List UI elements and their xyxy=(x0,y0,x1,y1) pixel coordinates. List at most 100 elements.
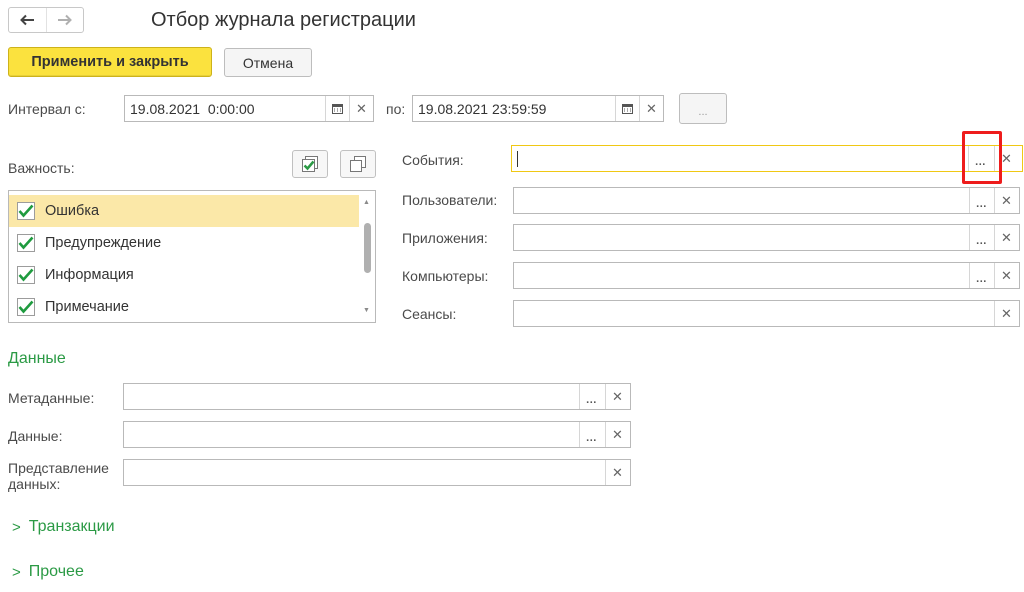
data-field[interactable]: ... ✕ xyxy=(123,421,631,448)
arrow-left-icon xyxy=(20,14,35,26)
close-icon: ✕ xyxy=(612,464,623,480)
interval-to-field[interactable]: 19.08.2021 23:59:59 ✕ xyxy=(412,95,664,122)
importance-label: Важность: xyxy=(8,160,75,176)
scroll-thumb[interactable] xyxy=(364,223,371,273)
sessions-clear-button[interactable]: ✕ xyxy=(994,301,1018,326)
close-icon: ✕ xyxy=(612,388,623,404)
chevron-right-icon: > xyxy=(12,563,21,581)
cancel-button[interactable]: Отмена xyxy=(224,48,312,77)
list-item-label: Примечание xyxy=(45,299,129,315)
interval-from-label: Интервал с: xyxy=(8,101,86,117)
check-all-button[interactable] xyxy=(292,150,328,178)
list-item-label: Предупреждение xyxy=(45,235,162,251)
history-nav xyxy=(8,7,84,33)
interval-to-label: по: xyxy=(386,101,406,117)
forward-button[interactable] xyxy=(45,8,84,32)
presentation-clear-button[interactable]: ✕ xyxy=(605,460,629,485)
list-item-label: Ошибка xyxy=(45,203,100,219)
text-cursor xyxy=(517,150,518,167)
uncheck-all-button[interactable] xyxy=(340,150,376,178)
highlight-box xyxy=(962,131,1002,184)
transactions-group-toggle[interactable]: > Транзакции xyxy=(12,518,115,536)
apps-field[interactable]: ... ✕ xyxy=(513,224,1020,251)
sessions-label: Сеансы: xyxy=(402,306,457,322)
data-label: Данные: xyxy=(8,428,63,444)
apps-clear-button[interactable]: ✕ xyxy=(994,225,1018,250)
users-label: Пользователи: xyxy=(402,192,498,208)
list-item-label: Информация xyxy=(45,267,134,283)
ellipsis-icon: ... xyxy=(976,235,987,247)
arrow-right-icon xyxy=(57,14,72,26)
importance-list[interactable]: Ошибка Предупреждение Информация Примеча… xyxy=(8,190,376,323)
events-field[interactable]: ... ✕ xyxy=(511,145,1023,172)
page-title: Отбор журнала регистрации xyxy=(151,9,416,31)
close-icon: ✕ xyxy=(646,100,657,116)
metadata-select-button[interactable]: ... xyxy=(579,384,603,409)
period-select-button[interactable]: ... xyxy=(679,93,727,124)
computers-field[interactable]: ... ✕ xyxy=(513,262,1020,289)
scroll-up-icon[interactable]: ▲ xyxy=(363,199,370,206)
data-clear-button[interactable]: ✕ xyxy=(605,422,629,447)
users-field[interactable]: ... ✕ xyxy=(513,187,1020,214)
list-item[interactable]: Предупреждение xyxy=(9,227,359,259)
close-icon: ✕ xyxy=(1001,305,1012,321)
presentation-field[interactable]: ✕ xyxy=(123,459,631,486)
checkmark-icon xyxy=(18,236,34,250)
sessions-field[interactable]: ✕ xyxy=(513,300,1020,327)
back-button[interactable] xyxy=(9,8,46,32)
list-item[interactable]: Примечание xyxy=(9,291,359,322)
ellipsis-icon: ... xyxy=(586,432,597,444)
close-icon: ✕ xyxy=(612,426,623,442)
scroll-down-icon[interactable]: ▼ xyxy=(363,307,370,314)
calendar-button[interactable] xyxy=(615,96,639,121)
metadata-field[interactable]: ... ✕ xyxy=(123,383,631,410)
check-all-icon xyxy=(302,156,318,172)
uncheck-all-icon xyxy=(350,156,366,172)
transactions-group-label: Транзакции xyxy=(28,518,115,535)
checkmark-icon xyxy=(18,268,34,282)
chevron-right-icon: > xyxy=(12,518,21,536)
period-select-label: ... xyxy=(698,105,708,118)
computers-clear-button[interactable]: ✕ xyxy=(994,263,1018,288)
clear-button[interactable]: ✕ xyxy=(349,96,373,121)
apply-and-close-button[interactable]: Применить и закрыть xyxy=(8,47,212,77)
users-clear-button[interactable]: ✕ xyxy=(994,188,1018,213)
calendar-button[interactable] xyxy=(325,96,349,121)
checkmark-icon xyxy=(18,204,34,218)
presentation-label-line1: Представление xyxy=(8,460,109,476)
presentation-label: Представление данных: xyxy=(8,460,109,492)
clear-button[interactable]: ✕ xyxy=(639,96,663,121)
data-section-title: Данные xyxy=(8,350,66,367)
calendar-icon xyxy=(622,104,633,114)
interval-from-value: 19.08.2021 0:00:00 xyxy=(130,100,255,117)
checkbox[interactable] xyxy=(17,234,35,252)
list-scrollbar[interactable]: ▲ ▼ xyxy=(360,191,375,322)
other-group-label: Прочее xyxy=(28,563,84,580)
checkbox[interactable] xyxy=(17,266,35,284)
ellipsis-icon: ... xyxy=(976,198,987,210)
apps-select-button[interactable]: ... xyxy=(969,225,993,250)
ellipsis-icon: ... xyxy=(976,273,987,285)
computers-select-button[interactable]: ... xyxy=(969,263,993,288)
metadata-clear-button[interactable]: ✕ xyxy=(605,384,629,409)
checkbox[interactable] xyxy=(17,202,35,220)
metadata-label: Метаданные: xyxy=(8,390,95,406)
checkmark-icon xyxy=(18,300,34,314)
list-item[interactable]: Информация xyxy=(9,259,359,291)
close-icon: ✕ xyxy=(1001,192,1012,208)
data-select-button[interactable]: ... xyxy=(579,422,603,447)
events-label: События: xyxy=(402,152,464,168)
calendar-icon xyxy=(332,104,343,114)
apps-label: Приложения: xyxy=(402,230,488,246)
users-select-button[interactable]: ... xyxy=(969,188,993,213)
close-icon: ✕ xyxy=(1001,229,1012,245)
close-icon: ✕ xyxy=(1001,150,1012,166)
presentation-label-line2: данных: xyxy=(8,476,61,492)
checkbox[interactable] xyxy=(17,298,35,316)
computers-label: Компьютеры: xyxy=(402,268,489,284)
interval-from-field[interactable]: 19.08.2021 0:00:00 ✕ xyxy=(124,95,374,122)
ellipsis-icon: ... xyxy=(586,394,597,406)
other-group-toggle[interactable]: > Прочее xyxy=(12,563,84,581)
list-item[interactable]: Ошибка xyxy=(9,195,359,227)
close-icon: ✕ xyxy=(1001,267,1012,283)
